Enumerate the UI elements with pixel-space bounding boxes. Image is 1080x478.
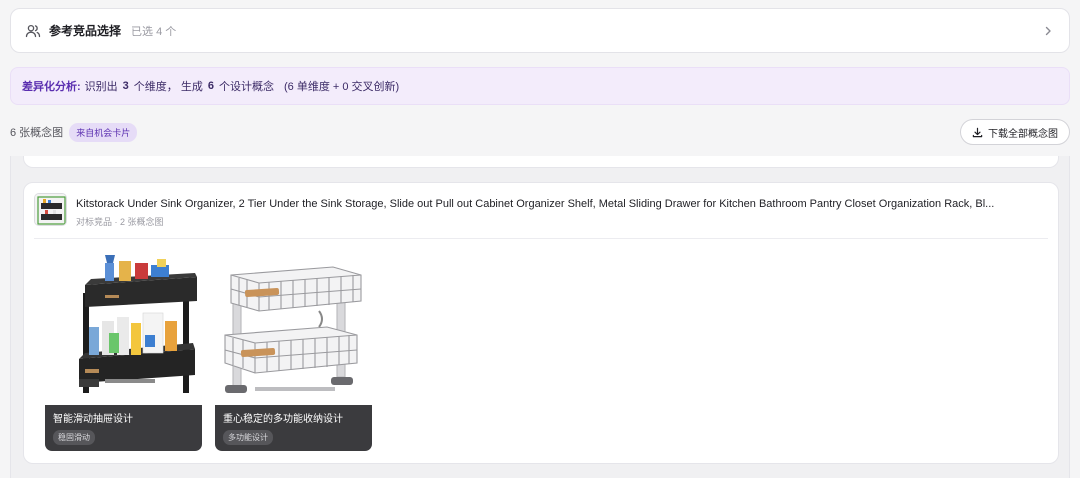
concept-card[interactable]: 智能滑动抽屉设计 稳固滑动	[45, 251, 202, 451]
analysis-note: (6 单维度 + 0 交叉创新)	[283, 81, 400, 93]
concept-count: 6	[207, 80, 214, 92]
download-all-label: 下载全部概念图	[988, 128, 1058, 140]
concept-tag: 稳固滑动	[53, 430, 95, 445]
analysis-text-3: 个设计概念	[218, 81, 274, 93]
dimension-count: 3	[122, 80, 129, 92]
selected-count: 已选 4 个	[131, 25, 177, 38]
analysis-text-1: 识别出	[84, 81, 118, 93]
users-icon	[25, 23, 41, 39]
product-thumbnail	[34, 193, 67, 226]
product-title: Kitstorack Under Sink Organizer, 2 Tier …	[76, 198, 995, 210]
concept-list[interactable]: Kitstorack Under Sink Organizer, 2 Tier …	[10, 156, 1070, 478]
concept-card[interactable]: 重心稳定的多功能收纳设计 多功能设计	[215, 251, 372, 451]
source-badge: 来自机会卡片	[69, 122, 138, 142]
concept-caption: 重心稳定的多功能收纳设计 多功能设计	[215, 405, 372, 451]
download-all-button[interactable]: 下载全部概念图	[960, 119, 1070, 145]
product-header: Kitstorack Under Sink Organizer, 2 Tier …	[34, 193, 1048, 239]
competitor-selection-bar[interactable]: 参考竞品选择 已选 4 个	[10, 8, 1070, 53]
concept-caption: 智能滑动抽屉设计 稳固滑动	[45, 405, 202, 451]
concept-image	[45, 251, 202, 405]
concept-image-count: 6 张概念图	[10, 127, 64, 139]
analysis-banner: 差异化分析: 识别出 3 个维度， 生成 6 个设计概念 (6 单维度 + 0 …	[10, 67, 1070, 105]
competitor-section-title: 参考竞品选择	[49, 24, 122, 38]
download-icon	[972, 127, 983, 138]
chevron-right-icon[interactable]	[1041, 24, 1055, 38]
concept-image	[215, 251, 372, 405]
concept-toolbar: 6 张概念图 来自机会卡片 下载全部概念图	[10, 119, 1070, 145]
product-meta: 对标竞品 · 2 张概念图	[76, 217, 164, 227]
analysis-label: 差异化分析:	[22, 81, 81, 93]
analysis-text-2: 个维度， 生成	[133, 81, 203, 93]
concept-title: 重心稳定的多功能收纳设计	[223, 414, 343, 425]
concept-tag: 多功能设计	[223, 430, 273, 445]
concept-title: 智能滑动抽屉设计	[53, 414, 133, 425]
product-card: Kitstorack Under Sink Organizer, 2 Tier …	[23, 182, 1059, 464]
previous-product-card	[23, 156, 1059, 168]
